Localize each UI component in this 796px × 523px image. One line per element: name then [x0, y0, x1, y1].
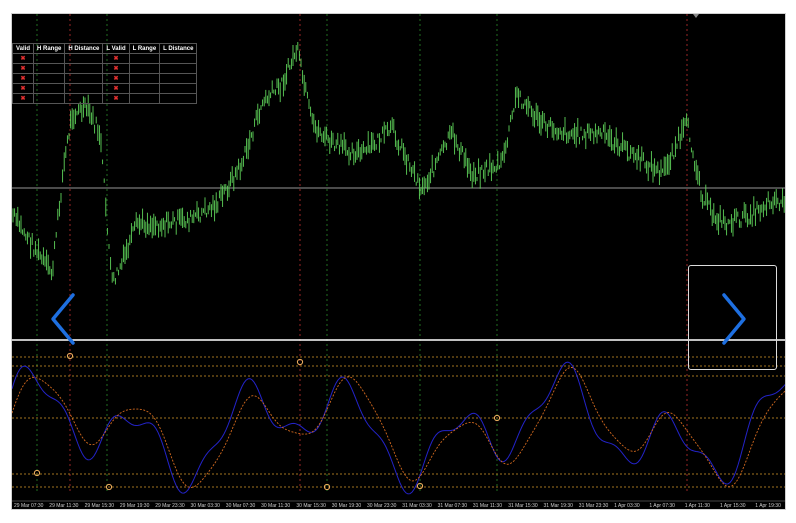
time-tick-label: 30 Mar 07:30: [225, 503, 256, 509]
table-cell: [159, 73, 198, 84]
table-header-cell: H Distance: [64, 43, 104, 54]
table-row: ✖ ✖: [12, 53, 198, 64]
status-cross-icon: ✖: [102, 83, 130, 94]
table-cell: [128, 73, 161, 84]
time-tick-label: 31 Mar 03:30: [402, 503, 432, 509]
table-cell: [159, 63, 198, 74]
time-tick-label: 29 Mar 19:30: [119, 503, 150, 509]
table-row: ✖ ✖: [12, 83, 198, 94]
table-cell: [64, 93, 104, 104]
table-row: ✖ ✖: [12, 73, 198, 84]
table-cell: [159, 53, 198, 64]
time-tick-label: 31 Mar 15:30: [508, 503, 538, 509]
status-cross-icon: ✖: [102, 63, 130, 74]
chevron-left-icon: [51, 293, 75, 345]
oscillator-signal-line: [12, 367, 785, 488]
time-tick-label: 31 Mar 23:30: [578, 503, 609, 509]
table-header-cell: Valid: [12, 43, 35, 54]
chevron-right-icon: [722, 293, 746, 345]
time-tick-label: 30 Mar 03:30: [190, 503, 220, 509]
table-cell: [64, 73, 104, 84]
next-button[interactable]: [712, 289, 752, 349]
table-row: ✖ ✖: [12, 93, 198, 104]
table-header-cell: L Range: [128, 43, 161, 54]
time-tick-label: 30 Mar 19:30: [331, 503, 362, 509]
time-tick-label: 31 Mar 19:30: [543, 503, 573, 509]
signal-table: Valid H Range H Distance L Valid L Range L Di…: [12, 43, 198, 104]
table-cell: [33, 53, 66, 64]
status-cross-icon: ✖: [102, 73, 130, 84]
status-cross-icon: ✖: [12, 63, 35, 74]
table-cell: [159, 93, 198, 104]
time-tick-label: 30 Mar 23:30: [367, 503, 397, 509]
table-cell: [159, 83, 198, 94]
time-tick-label: 30 Mar 11:30: [261, 503, 291, 509]
table-header-cell: H Range: [33, 43, 66, 54]
table-cell: [64, 63, 104, 74]
time-tick-label: 1 Apr 19:30: [755, 503, 781, 509]
table-header-cell: L Valid: [102, 43, 130, 54]
table-cell: [64, 83, 104, 94]
time-tick-label: 30 Mar 15:30: [296, 503, 326, 509]
status-cross-icon: ✖: [12, 93, 35, 104]
time-tick-label: 1 Apr 15:30: [720, 503, 746, 509]
chart-window[interactable]: Valid H Range H Distance L Valid L Range L Di…: [11, 13, 786, 510]
status-cross-icon: ✖: [12, 73, 35, 84]
time-tick-label: 31 Mar 11:30: [472, 503, 502, 509]
table-row: ✖ ✖: [12, 63, 198, 74]
signal-table-header: Valid H Range H Distance L Valid L Range L Di…: [12, 43, 198, 54]
table-header-cell: L Distance: [159, 43, 198, 54]
table-cell: [33, 93, 66, 104]
table-cell: [64, 53, 104, 64]
status-cross-icon: ✖: [12, 83, 35, 94]
time-tick-label: 1 Apr 03:30: [614, 503, 640, 509]
time-tick-label: 29 Mar 23:30: [155, 503, 185, 509]
status-cross-icon: ✖: [102, 93, 130, 104]
table-cell: [33, 73, 66, 84]
table-cell: [33, 63, 66, 74]
time-tick-label: 31 Mar 07:30: [437, 503, 468, 509]
table-cell: [128, 93, 161, 104]
table-cell: [128, 63, 161, 74]
table-cell: [33, 83, 66, 94]
time-tick-label: 29 Mar 15:30: [84, 503, 115, 509]
time-axis: 29 Mar 07:30 29 Mar 11:30 29 Mar 15:30 29 M…: [12, 502, 785, 509]
time-tick-label: 1 Apr 07:30: [649, 503, 675, 509]
prev-button[interactable]: [45, 289, 85, 349]
table-cell: [128, 83, 161, 94]
time-tick-label: 1 Apr 11:30: [684, 503, 710, 509]
table-cell: [128, 53, 161, 64]
status-cross-icon: ✖: [12, 53, 35, 64]
time-tick-label: 29 Mar 11:30: [49, 503, 79, 509]
time-tick-label: 29 Mar 07:30: [14, 503, 44, 509]
scroll-marker-icon: [693, 14, 699, 18]
status-cross-icon: ✖: [102, 53, 130, 64]
